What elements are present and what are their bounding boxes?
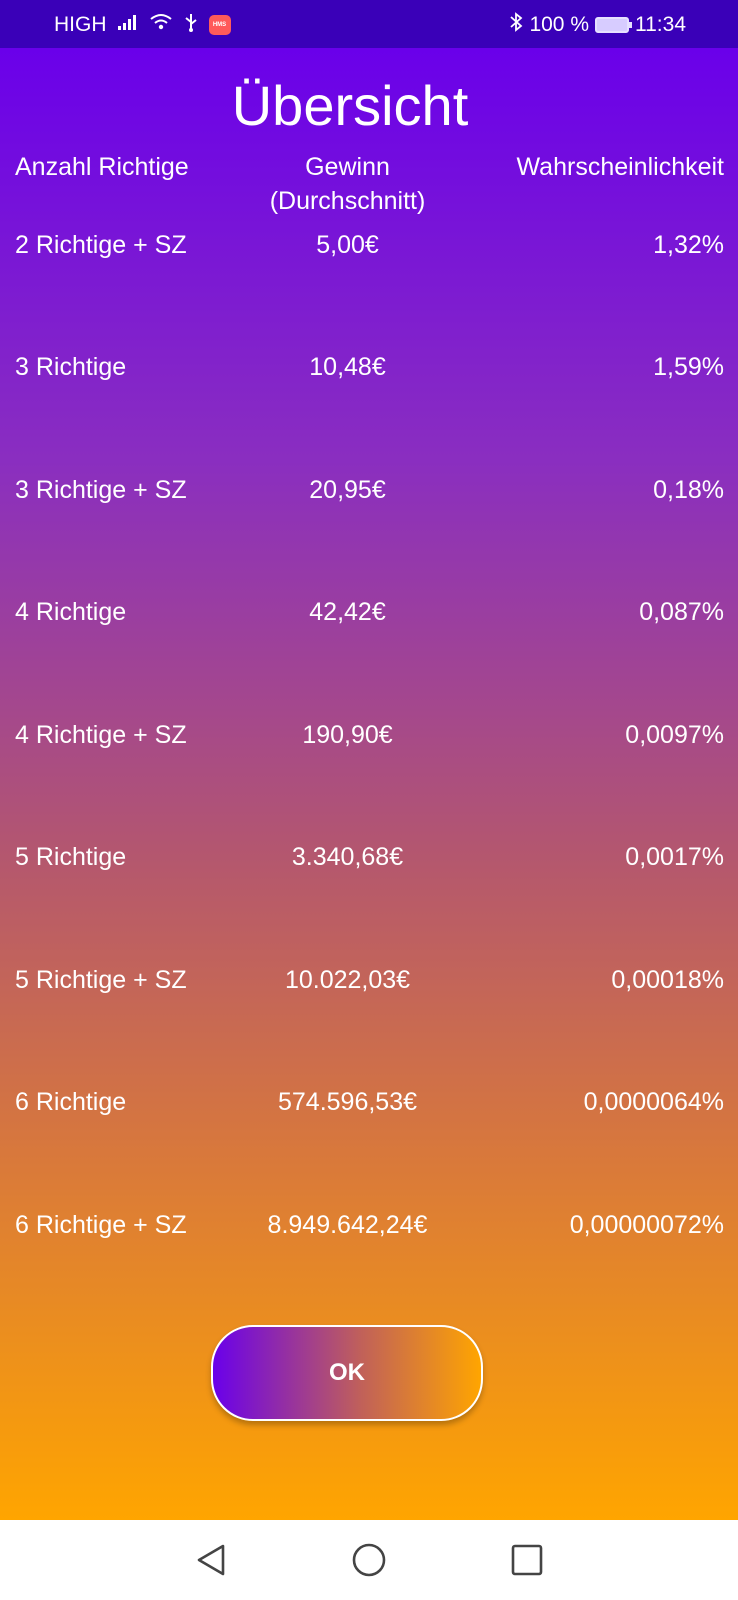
header-count: Anzahl Richtige — [15, 153, 189, 181]
signal-icon — [117, 13, 139, 37]
table-row: 5 Richtige 3.340,68€ 0,0017% — [0, 837, 738, 877]
table-row: 3 Richtige 10,48€ 1,59% — [0, 347, 738, 387]
hms-icon: HMS — [208, 15, 231, 35]
row-prize: 3.340,68€ — [291, 843, 404, 871]
row-prize: 10,48€ — [309, 353, 386, 381]
row-count: 6 Richtige + SZ — [15, 1211, 187, 1239]
row-count: 6 Richtige — [15, 1088, 127, 1116]
row-probability: 0,0000064% — [583, 1088, 724, 1116]
row-probability: 0,00018% — [611, 966, 724, 994]
table-row: 4 Richtige 42,42€ 0,087% — [0, 592, 738, 632]
row-probability: 1,32% — [653, 231, 724, 259]
table-row: 2 Richtige + SZ 5,00€ 1,32% — [0, 225, 738, 265]
row-probability: 0,18% — [653, 476, 724, 504]
row-prize: 190,90€ — [302, 721, 393, 749]
row-prize: 8.949.642,24€ — [267, 1211, 428, 1239]
row-count: 5 Richtige — [15, 843, 127, 871]
row-prize: 10.022,03€ — [284, 966, 411, 994]
row-probability: 1,59% — [653, 353, 724, 381]
network-label: HIGH — [54, 13, 107, 36]
usb-icon — [183, 12, 199, 38]
wifi-icon — [149, 13, 173, 37]
table-row: 6 Richtige + SZ 8.949.642,24€ 0,00000072… — [0, 1205, 738, 1245]
row-count: 5 Richtige + SZ — [15, 966, 187, 994]
row-probability: 0,087% — [639, 598, 724, 626]
table-row: 4 Richtige + SZ 190,90€ 0,0097% — [0, 715, 738, 755]
table-row: 3 Richtige + SZ 20,95€ 0,18% — [0, 470, 738, 510]
clock: 11:34 — [635, 13, 686, 36]
row-prize: 574.596,53€ — [277, 1088, 418, 1116]
recents-icon[interactable] — [509, 1542, 545, 1583]
battery-percent: 100 % — [529, 13, 589, 36]
bluetooth-icon — [509, 12, 523, 38]
overview-screen: Übersicht Anzahl Richtige Gewinn (Durchs… — [0, 48, 738, 1520]
ok-button[interactable]: OK — [211, 1325, 483, 1421]
status-right: 100 % 11:34 — [509, 12, 686, 38]
back-icon[interactable] — [193, 1542, 229, 1583]
header-prize: Gewinn (Durchschnitt) — [240, 150, 455, 218]
status-bar: HIGH HMS 100 % 11:34 — [0, 0, 738, 48]
row-count: 4 Richtige — [15, 598, 127, 626]
row-count: 4 Richtige + SZ — [15, 721, 187, 749]
row-probability: 0,0097% — [625, 721, 724, 749]
row-probability: 0,0017% — [625, 843, 724, 871]
row-prize: 42,42€ — [309, 598, 386, 626]
home-icon[interactable] — [351, 1542, 387, 1583]
table-row: 5 Richtige + SZ 10.022,03€ 0,00018% — [0, 960, 738, 1000]
row-prize: 5,00€ — [316, 231, 379, 259]
header-probability: Wahrscheinlichkeit — [516, 153, 724, 181]
header-prize-line2: (Durchschnitt) — [269, 187, 426, 215]
row-count: 3 Richtige — [15, 353, 127, 381]
row-prize: 20,95€ — [309, 476, 386, 504]
page-title: Übersicht — [231, 74, 469, 137]
row-probability: 0,00000072% — [569, 1211, 724, 1239]
table-row: 6 Richtige 574.596,53€ 0,0000064% — [0, 1082, 738, 1122]
row-count: 3 Richtige + SZ — [15, 476, 187, 504]
navigation-bar — [0, 1520, 738, 1600]
status-left: HIGH HMS — [54, 12, 231, 38]
row-count: 2 Richtige + SZ — [15, 231, 187, 259]
battery-icon — [595, 17, 632, 33]
header-prize-line1: Gewinn — [305, 153, 390, 181]
